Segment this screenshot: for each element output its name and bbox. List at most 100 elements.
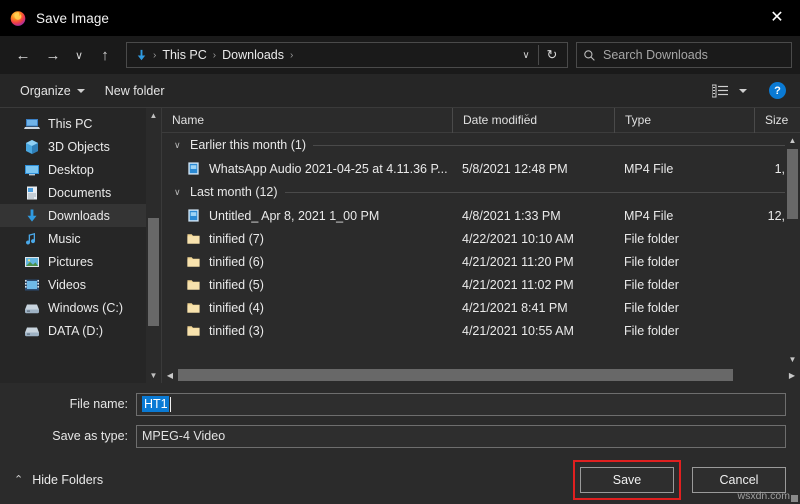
- sidebar-item-pictures[interactable]: Pictures: [0, 250, 146, 273]
- close-button[interactable]: ✕: [754, 0, 800, 36]
- column-header-date-modified[interactable]: ⌄ Date modified: [452, 108, 614, 133]
- organize-label: Organize: [20, 84, 71, 98]
- view-options-chevron-down-icon[interactable]: [729, 78, 757, 104]
- view-list-icon[interactable]: [712, 84, 729, 98]
- file-rows: ∨ Earlier this month (1) WhatsApp Audio …: [162, 133, 800, 383]
- breadcrumb-separator: ›: [288, 50, 295, 61]
- scroll-down-icon[interactable]: ▼: [785, 352, 800, 367]
- vertical-scroll-thumb[interactable]: [787, 149, 798, 219]
- file-date-cell: 4/21/2021 10:55 AM: [452, 324, 614, 338]
- file-name-cell: Untitled_ Apr 8, 2021 1_00 PM: [162, 208, 452, 223]
- 3d-objects-icon: [24, 139, 40, 155]
- chevron-down-glyph: [739, 89, 747, 93]
- address-chevron-down-icon[interactable]: ∨: [514, 43, 538, 67]
- chevron-down-icon[interactable]: ∨: [174, 187, 183, 198]
- sidebar-scrollbar[interactable]: ▲ ▼: [146, 108, 161, 383]
- table-row[interactable]: tinified (3) 4/21/2021 10:55 AM File fol…: [162, 319, 800, 342]
- horizontal-scroll-track[interactable]: [178, 367, 784, 383]
- save-form: File name: HT1 Save as type: MPEG-4 Vide…: [0, 383, 800, 455]
- music-icon: [24, 231, 40, 247]
- table-row[interactable]: WhatsApp Audio 2021-04-25 at 4.11.36 P..…: [162, 157, 800, 180]
- file-name-cell: WhatsApp Audio 2021-04-25 at 4.11.36 P..…: [162, 161, 452, 176]
- recent-locations-chevron-down-icon[interactable]: ∨: [68, 40, 90, 70]
- file-name-label: tinified (4): [209, 301, 264, 315]
- scroll-left-icon[interactable]: ◀: [162, 367, 178, 383]
- scroll-up-icon[interactable]: ▲: [785, 133, 800, 148]
- file-type-cell: MP4 File: [614, 162, 754, 176]
- table-row[interactable]: tinified (7) 4/22/2021 10:10 AM File fol…: [162, 227, 800, 250]
- sidebar-item-this-pc[interactable]: This PC: [0, 112, 146, 135]
- file-name-input[interactable]: HT1: [136, 393, 786, 416]
- table-row[interactable]: Untitled_ Apr 8, 2021 1_00 PM 4/8/2021 1…: [162, 204, 800, 227]
- group-header[interactable]: ∨ Last month (12): [162, 180, 800, 204]
- file-name-cell: tinified (7): [162, 231, 452, 246]
- file-name-label: tinified (7): [209, 232, 264, 246]
- desktop-icon: [24, 162, 40, 178]
- search-box[interactable]: Search Downloads: [576, 42, 792, 68]
- horizontal-scroll-thumb[interactable]: [178, 369, 733, 381]
- sidebar-item-music[interactable]: Music: [0, 227, 146, 250]
- column-label: Name: [172, 113, 204, 127]
- breadcrumb-downloads[interactable]: Downloads: [218, 48, 288, 62]
- file-name-label: WhatsApp Audio 2021-04-25 at 4.11.36 P..…: [209, 162, 448, 176]
- folder-icon: [186, 231, 201, 246]
- sidebar-item-videos[interactable]: Videos: [0, 273, 146, 296]
- refresh-icon[interactable]: ↻: [539, 43, 565, 67]
- address-bar[interactable]: › This PC › Downloads › ∨ ↻: [126, 42, 568, 68]
- file-list-vertical-scrollbar[interactable]: ▲ ▼: [785, 133, 800, 367]
- new-folder-button[interactable]: New folder: [95, 78, 175, 104]
- table-row[interactable]: tinified (5) 4/21/2021 11:02 PM File fol…: [162, 273, 800, 296]
- hide-folders-label: Hide Folders: [32, 473, 103, 487]
- sidebar-item-desktop[interactable]: Desktop: [0, 158, 146, 181]
- sidebar-list: This PC 3D Objects D: [0, 108, 161, 342]
- chevron-down-icon: [77, 89, 85, 93]
- sidebar-item-data-d[interactable]: DATA (D:): [0, 319, 146, 342]
- file-date-cell: 4/21/2021 11:02 PM: [452, 278, 614, 292]
- column-header-size[interactable]: Size: [754, 108, 800, 133]
- scroll-right-icon[interactable]: ▶: [784, 367, 800, 383]
- downloads-arrow-icon: [134, 48, 149, 63]
- sidebar-item-windows-c[interactable]: Windows (C:): [0, 296, 146, 319]
- sidebar-item-downloads[interactable]: Downloads: [0, 204, 146, 227]
- file-list-horizontal-scrollbar[interactable]: ◀ ▶: [162, 367, 800, 383]
- forward-button[interactable]: →: [38, 40, 68, 70]
- table-row[interactable]: tinified (6) 4/21/2021 11:20 PM File fol…: [162, 250, 800, 273]
- breadcrumb-separator: ›: [151, 50, 158, 61]
- sidebar-scroll-up-icon[interactable]: ▲: [146, 108, 161, 123]
- breadcrumb-this-pc[interactable]: This PC: [158, 48, 210, 62]
- window-title: Save Image: [36, 11, 109, 26]
- drive-icon: [24, 300, 40, 316]
- sidebar-item-label: Pictures: [48, 255, 93, 269]
- chevron-down-icon[interactable]: ∨: [174, 140, 183, 151]
- back-button[interactable]: ←: [8, 40, 38, 70]
- organize-button[interactable]: Organize: [10, 78, 95, 104]
- save-button[interactable]: Save: [580, 467, 674, 493]
- column-header-name[interactable]: Name: [162, 108, 452, 133]
- folder-icon: [186, 254, 201, 269]
- save-as-type-select[interactable]: MPEG-4 Video: [136, 425, 786, 448]
- sidebar-scroll-thumb[interactable]: [148, 218, 159, 326]
- firefox-icon: [9, 9, 27, 27]
- sidebar-item-label: Videos: [48, 278, 86, 292]
- table-row[interactable]: tinified (4) 4/21/2021 8:41 PM File fold…: [162, 296, 800, 319]
- sidebar-item-label: Documents: [48, 186, 111, 200]
- hide-folders-button[interactable]: ⌃ Hide Folders: [14, 473, 103, 487]
- file-name-label: File name:: [0, 397, 136, 411]
- cancel-button[interactable]: Cancel: [692, 467, 786, 493]
- sidebar-scroll-down-icon[interactable]: ▼: [146, 368, 161, 383]
- sidebar-item-3d-objects[interactable]: 3D Objects: [0, 135, 146, 158]
- group-rule: [313, 145, 788, 146]
- sidebar-item-label: Music: [48, 232, 81, 246]
- downloads-icon: [24, 208, 40, 224]
- up-button[interactable]: ↑: [90, 40, 120, 70]
- group-header[interactable]: ∨ Earlier this month (1): [162, 133, 800, 157]
- sidebar-scroll-track[interactable]: [146, 123, 161, 368]
- help-button[interactable]: ?: [769, 82, 786, 99]
- search-placeholder: Search Downloads: [603, 48, 708, 62]
- file-date-cell: 4/8/2021 1:33 PM: [452, 209, 614, 223]
- column-header-type[interactable]: Type: [614, 108, 754, 133]
- sort-indicator-icon: ⌄: [523, 108, 531, 119]
- file-date-cell: 4/21/2021 11:20 PM: [452, 255, 614, 269]
- file-type-cell: File folder: [614, 232, 754, 246]
- sidebar-item-documents[interactable]: Documents: [0, 181, 146, 204]
